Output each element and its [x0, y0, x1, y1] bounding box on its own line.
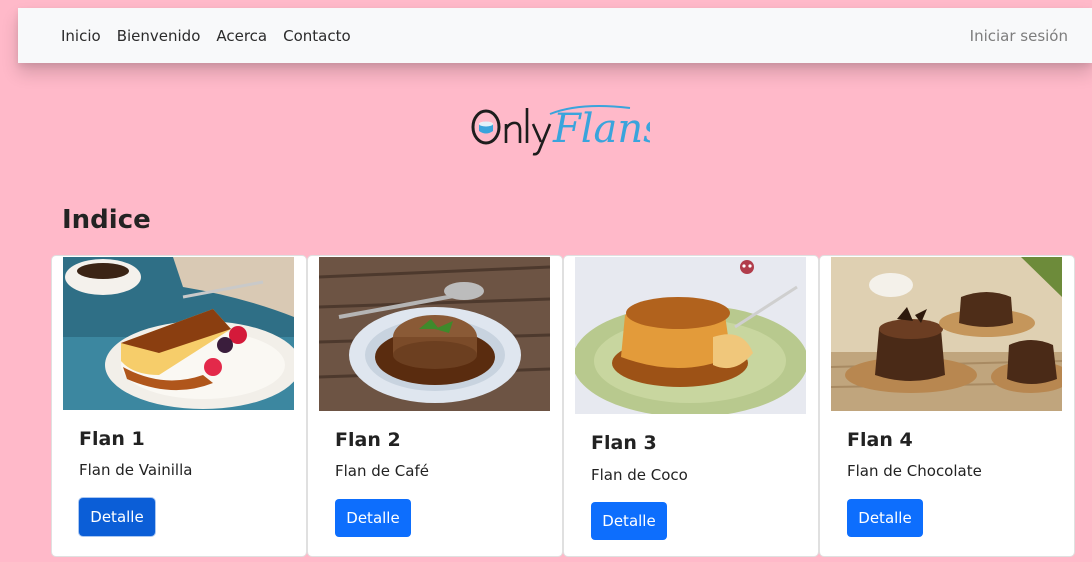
flan-1-image: [63, 257, 294, 410]
svg-text:Flans: Flans: [552, 106, 650, 152]
flan-card-title: Flan 1: [79, 428, 145, 450]
navbar: Inicio Bienvenido Acerca Contacto Inicia…: [18, 8, 1092, 63]
flan-card-text: Flan de Café: [335, 462, 429, 480]
flan-card-1: Flan 1 Flan de Vainilla Detalle: [51, 255, 307, 557]
nav-link-bienvenido[interactable]: Bienvenido: [117, 27, 201, 45]
login-link[interactable]: Iniciar sesión: [970, 8, 1068, 63]
flan-card-title: Flan 2: [335, 429, 401, 451]
flan-card-3: Flan 3 Flan de Coco Detalle: [563, 255, 819, 557]
flan-3-image: [575, 257, 806, 414]
nav-link-inicio[interactable]: Inicio: [61, 27, 101, 45]
nav-link-contacto[interactable]: Contacto: [283, 27, 351, 45]
flan-4-image: [831, 257, 1062, 411]
brand-logo: Flans: [470, 100, 664, 156]
flan-card-title: Flan 3: [591, 432, 657, 454]
flan-card-4: Flan 4 Flan de Chocolate Detalle: [819, 255, 1075, 557]
flan-card-text: Flan de Chocolate: [847, 462, 982, 480]
section-title: Indice: [62, 205, 151, 235]
flan-3-detail-button[interactable]: Detalle: [591, 502, 667, 540]
nav-links: Inicio Bienvenido Acerca Contacto: [61, 8, 351, 63]
flan-card-text: Flan de Vainilla: [79, 461, 193, 479]
flan-card-2: Flan 2 Flan de Café Detalle: [307, 255, 563, 557]
nav-link-acerca[interactable]: Acerca: [216, 27, 267, 45]
flan-2-image: [319, 257, 550, 411]
flan-4-detail-button[interactable]: Detalle: [847, 499, 923, 537]
flan-card-title: Flan 4: [847, 429, 913, 451]
flan-card-text: Flan de Coco: [591, 466, 688, 484]
flan-2-detail-button[interactable]: Detalle: [335, 499, 411, 537]
flan-1-detail-button[interactable]: Detalle: [79, 498, 155, 536]
